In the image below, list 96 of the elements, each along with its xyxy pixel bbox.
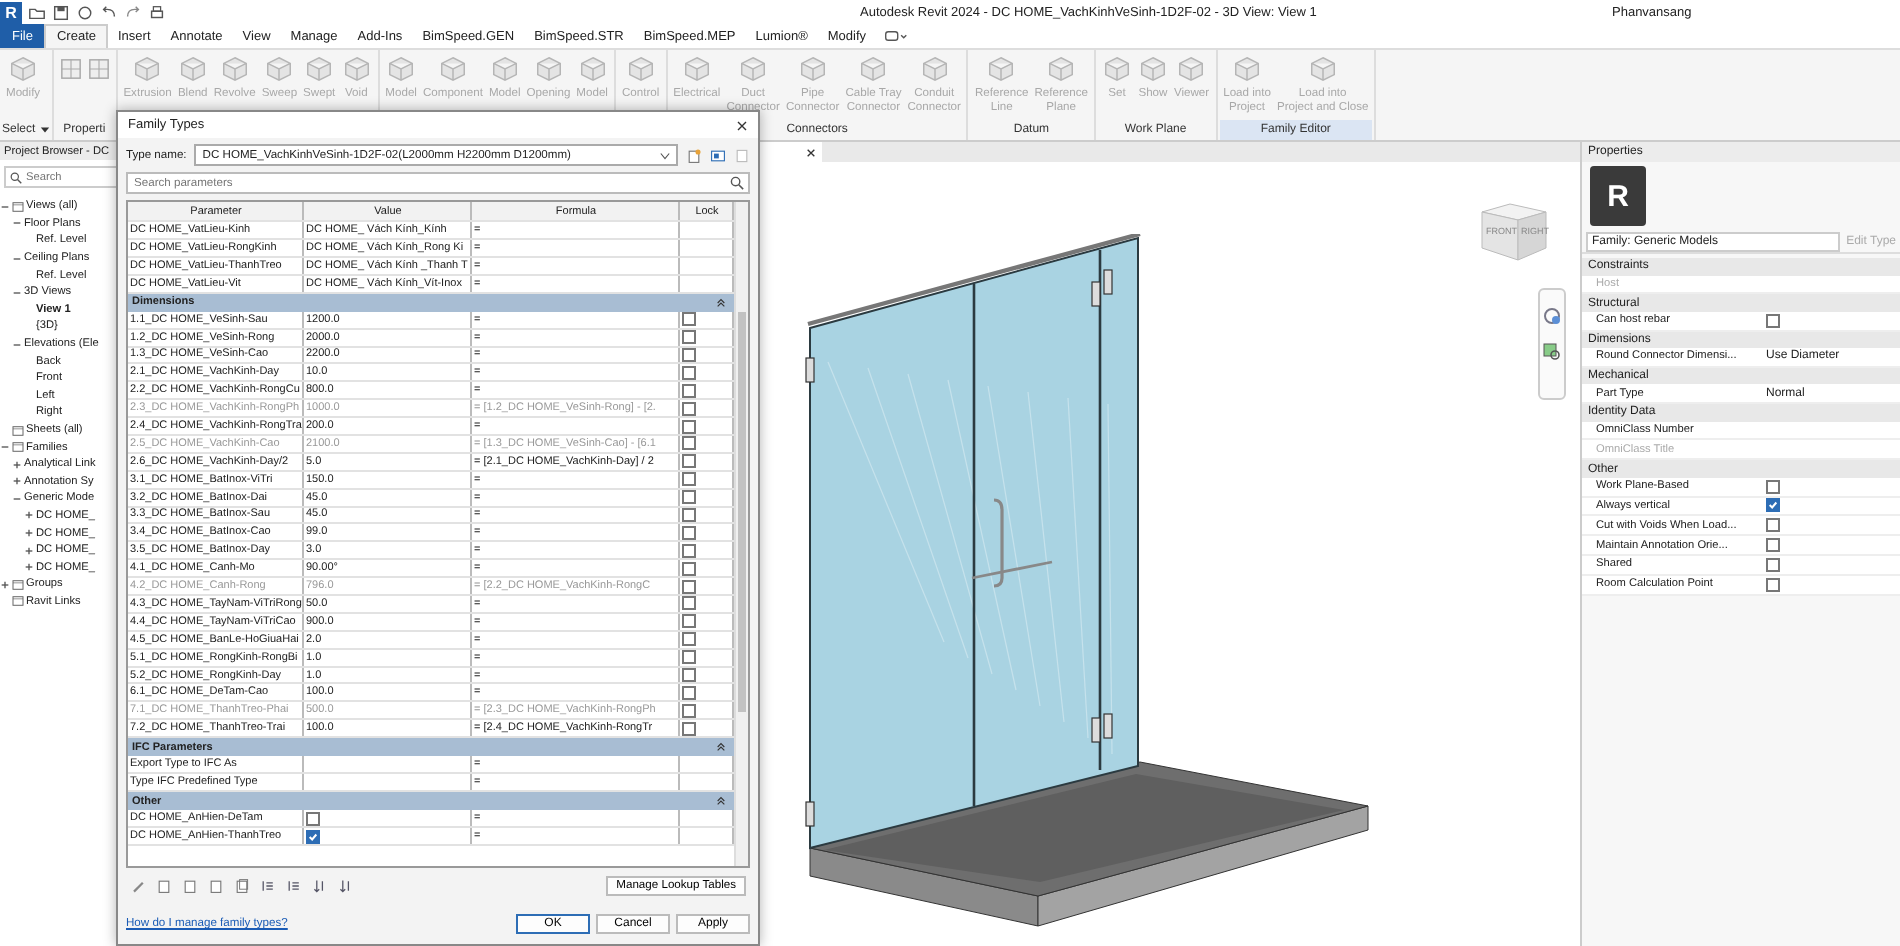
panel-toggle-icon[interactable] — [884, 28, 909, 44]
checkbox[interactable] — [682, 383, 696, 398]
cube-icon — [1137, 54, 1168, 84]
collapse-icon[interactable] — [12, 493, 22, 504]
checkbox[interactable] — [1766, 538, 1780, 553]
cube-icon — [437, 54, 468, 84]
cube-icon — [264, 54, 295, 84]
expand-icon[interactable] — [12, 476, 22, 487]
caret-icon[interactable] — [39, 126, 50, 135]
app-logo[interactable]: R — [0, 1, 22, 23]
cube-icon — [1176, 54, 1207, 84]
checkbox[interactable] — [682, 668, 696, 682]
cube-icon — [219, 54, 250, 84]
sort-down-icon[interactable] — [312, 878, 328, 894]
collapse-icon[interactable] — [12, 287, 22, 298]
pencil-icon[interactable] — [130, 878, 146, 894]
cube-icon — [858, 54, 889, 84]
cube-icon — [986, 54, 1017, 84]
save-icon[interactable] — [52, 3, 70, 21]
expand-icon[interactable] — [24, 545, 34, 556]
cube-icon — [177, 54, 208, 84]
cube-icon — [304, 54, 335, 84]
new-type-icon[interactable] — [686, 147, 702, 163]
checkbox[interactable] — [682, 561, 696, 576]
collapse-icon[interactable] — [716, 742, 726, 753]
checkbox[interactable] — [1766, 518, 1780, 533]
cube-icon — [738, 54, 769, 84]
redo-icon[interactable] — [124, 3, 142, 21]
expand-icon[interactable] — [24, 528, 34, 539]
folder-icon — [12, 442, 24, 453]
collapse-icon[interactable] — [12, 253, 22, 264]
checkbox[interactable] — [682, 490, 696, 505]
expand-icon[interactable] — [0, 579, 10, 590]
checkbox[interactable] — [682, 543, 696, 558]
folder-icon — [12, 201, 24, 212]
folder-icon — [12, 425, 24, 436]
copy-icon[interactable] — [234, 878, 250, 894]
cube-icon — [386, 54, 417, 84]
checkbox[interactable] — [1766, 557, 1780, 572]
expand-icon[interactable] — [12, 459, 22, 470]
cube-icon — [625, 54, 656, 84]
checkbox[interactable] — [682, 596, 696, 611]
checkbox[interactable] — [682, 312, 696, 327]
folder-icon — [12, 596, 24, 607]
cube-icon — [1232, 54, 1263, 84]
checkbox[interactable] — [306, 829, 320, 844]
folder-icon — [12, 579, 24, 590]
collapse-icon[interactable] — [12, 339, 22, 350]
collapse-icon[interactable] — [0, 442, 10, 453]
cube-icon — [533, 54, 564, 84]
open-icon[interactable] — [28, 3, 46, 21]
cube-icon — [577, 54, 608, 84]
rename-icon[interactable] — [710, 147, 726, 163]
checkbox[interactable] — [682, 472, 696, 487]
checkbox[interactable] — [682, 365, 696, 380]
cube-icon — [1046, 54, 1077, 84]
wheel-icon[interactable] — [1542, 306, 1562, 326]
cube-icon — [919, 54, 950, 84]
checkbox[interactable] — [1766, 498, 1780, 513]
checkbox[interactable] — [682, 650, 696, 665]
checkbox[interactable] — [1766, 479, 1780, 494]
close-icon[interactable] — [806, 147, 816, 157]
checkbox[interactable] — [682, 721, 696, 736]
checkbox[interactable] — [306, 811, 320, 826]
cube-icon — [681, 54, 712, 84]
search-icon — [10, 171, 22, 183]
scrollbar[interactable] — [734, 202, 748, 866]
collapse-icon[interactable] — [0, 201, 10, 212]
cube-icon — [1307, 54, 1338, 84]
checkbox[interactable] — [682, 419, 696, 434]
expand-icon[interactable] — [24, 510, 34, 521]
print-icon[interactable] — [148, 3, 166, 21]
checkbox[interactable] — [682, 454, 696, 469]
checkbox[interactable] — [682, 685, 696, 700]
checkbox[interactable] — [682, 614, 696, 629]
cube-icon — [341, 54, 372, 84]
caret-icon[interactable] — [660, 151, 670, 159]
checkbox[interactable] — [682, 632, 696, 647]
cube-icon — [489, 54, 520, 84]
checkbox[interactable] — [682, 525, 696, 540]
undo-icon[interactable] — [100, 3, 118, 21]
collapse-icon[interactable] — [716, 796, 726, 807]
expand-icon[interactable] — [24, 562, 34, 573]
cube-icon — [1101, 54, 1132, 84]
checkbox[interactable] — [682, 330, 696, 345]
collapse-icon[interactable] — [716, 297, 726, 308]
zoom-icon[interactable] — [1542, 342, 1562, 362]
cube-icon — [132, 54, 163, 84]
collapse-icon[interactable] — [12, 218, 22, 229]
close-icon[interactable] — [736, 119, 748, 131]
family-logo: R — [1590, 166, 1646, 226]
checkbox[interactable] — [1766, 577, 1780, 592]
checkbox[interactable] — [1766, 313, 1780, 328]
search-icon — [730, 176, 744, 190]
cube-icon — [797, 54, 828, 84]
cube-icon — [8, 54, 39, 84]
